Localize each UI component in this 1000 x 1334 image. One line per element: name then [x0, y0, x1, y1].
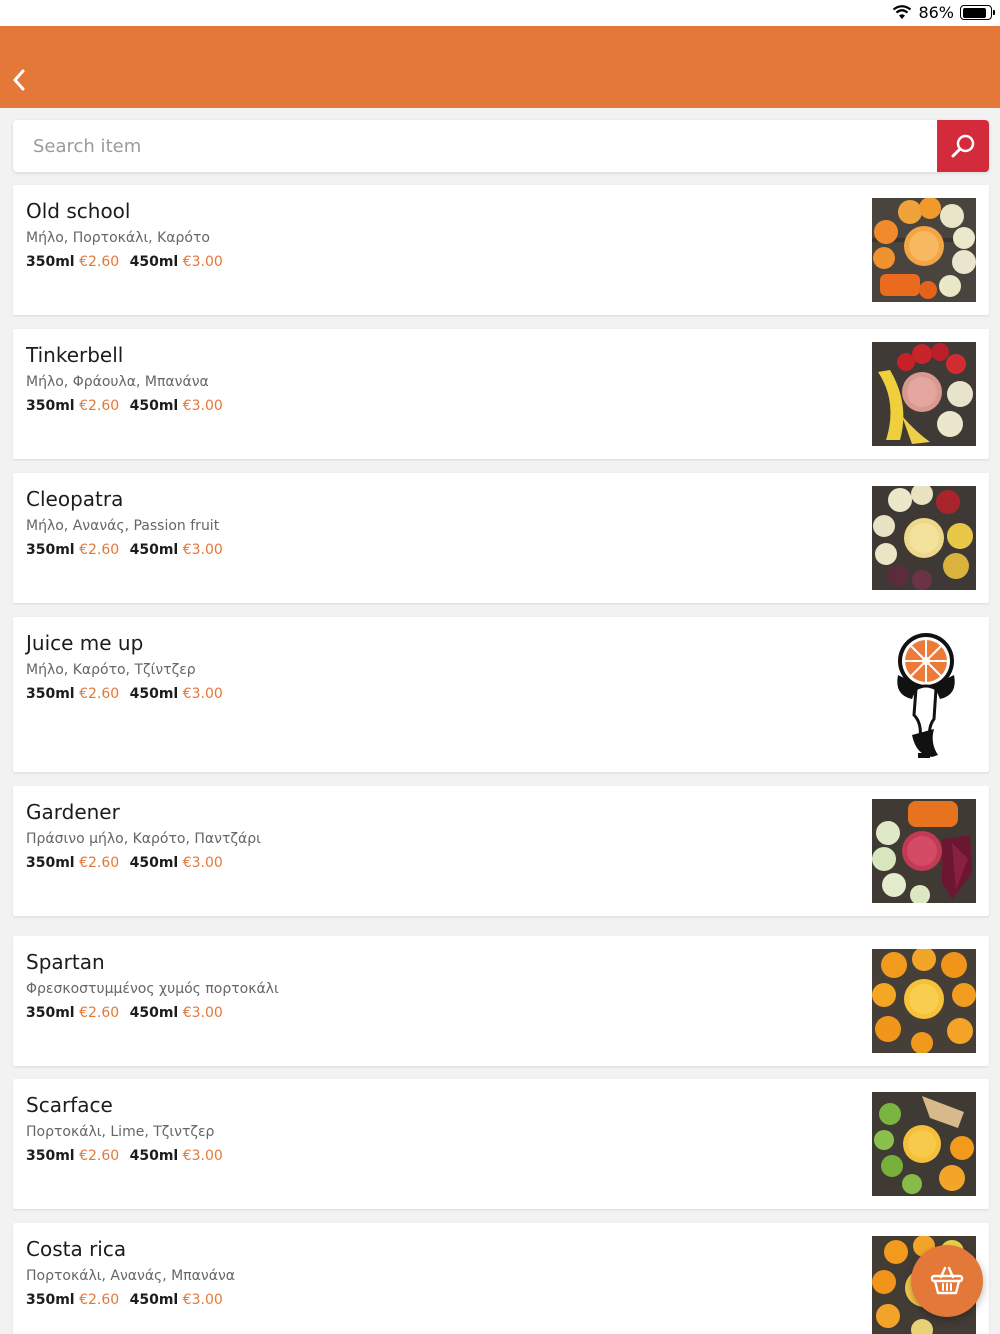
size-label: 450ml: [129, 686, 179, 702]
search-bar: [13, 120, 989, 172]
price-label: €3.00: [182, 1005, 223, 1021]
price-label: €2.60: [79, 855, 120, 871]
size-label: 350ml: [26, 542, 75, 558]
search-button[interactable]: [937, 120, 989, 172]
search-icon: [951, 134, 975, 158]
size-label: 350ml: [26, 686, 75, 702]
size-label: 350ml: [26, 1292, 75, 1308]
item-ingredients: Μήλο, Πορτοκάλι, Καρότο: [26, 230, 210, 246]
size-label: 350ml: [26, 398, 75, 414]
item-name: Scarface: [26, 1093, 113, 1117]
item-ingredients: Πορτοκάλι, Lime, Τζιντζερ: [26, 1124, 215, 1140]
price-label: €2.60: [79, 1005, 120, 1021]
item-name: Cleopatra: [26, 487, 124, 511]
item-ingredients: Πράσινο μήλο, Καρότο, Παντζάρι: [26, 831, 261, 847]
back-button[interactable]: [6, 64, 32, 96]
item-name: Tinkerbell: [26, 343, 124, 367]
basket-icon: [930, 1266, 964, 1295]
item-name: Juice me up: [26, 631, 144, 655]
battery-percent: 86%: [918, 3, 954, 22]
brand-logo-image: [872, 627, 976, 762]
list-item[interactable]: Tinkerbell Μήλο, Φράουλα, Μπανάνα 350ml …: [13, 329, 989, 459]
price-label: €2.60: [79, 1292, 120, 1308]
size-label: 450ml: [129, 1292, 179, 1308]
item-image: [872, 342, 976, 446]
price-label: €2.60: [79, 254, 120, 270]
list-item[interactable]: Scarface Πορτοκάλι, Lime, Τζιντζερ 350ml…: [13, 1079, 989, 1209]
price-label: €2.60: [79, 542, 120, 558]
item-name: Old school: [26, 199, 131, 223]
list-item[interactable]: Gardener Πράσινο μήλο, Καρότο, Παντζάρι …: [13, 786, 989, 916]
item-image: [872, 486, 976, 590]
price-label: €3.00: [182, 398, 223, 414]
price-label: €2.60: [79, 1148, 120, 1164]
search-input[interactable]: [13, 120, 937, 172]
size-label: 450ml: [129, 542, 179, 558]
app-bar: [0, 26, 1000, 108]
wifi-icon: [893, 5, 912, 19]
item-prices: 350ml €2.60 450ml €3.00: [26, 855, 229, 871]
price-label: €2.60: [79, 686, 120, 702]
list-item[interactable]: Cleopatra Μήλο, Ανανάς, Passion fruit 35…: [13, 473, 989, 603]
item-ingredients: Μήλο, Φράουλα, Μπανάνα: [26, 374, 209, 390]
item-ingredients: Μήλο, Καρότο, Τζίντζερ: [26, 662, 196, 678]
price-label: €3.00: [182, 1148, 223, 1164]
chevron-left-icon: [13, 69, 25, 91]
status-bar: 86%: [0, 0, 1000, 26]
item-ingredients: Φρεσκοστυμμένος χυμός πορτοκάλι: [26, 981, 279, 997]
price-label: €3.00: [182, 254, 223, 270]
item-prices: 350ml €2.60 450ml €3.00: [26, 1148, 229, 1164]
size-label: 450ml: [129, 1148, 179, 1164]
item-prices: 350ml €2.60 450ml €3.00: [26, 686, 229, 702]
basket-button[interactable]: [911, 1245, 983, 1317]
item-prices: 350ml €2.60 450ml €3.00: [26, 398, 229, 414]
price-label: €3.00: [182, 542, 223, 558]
item-prices: 350ml €2.60 450ml €3.00: [26, 1005, 229, 1021]
item-name: Costa rica: [26, 1237, 127, 1261]
item-name: Gardener: [26, 800, 120, 824]
list-item[interactable]: Spartan Φρεσκοστυμμένος χυμός πορτοκάλι …: [13, 936, 989, 1066]
size-label: 450ml: [129, 398, 179, 414]
item-name: Spartan: [26, 950, 105, 974]
size-label: 450ml: [129, 254, 179, 270]
list-item[interactable]: Costa rica Πορτοκάλι, Ανανάς, Μπανάνα 35…: [13, 1223, 989, 1334]
item-ingredients: Πορτοκάλι, Ανανάς, Μπανάνα: [26, 1268, 236, 1284]
price-label: €3.00: [182, 855, 223, 871]
item-image: [872, 1092, 976, 1196]
battery-icon: [960, 5, 995, 20]
item-prices: 350ml €2.60 450ml €3.00: [26, 542, 229, 558]
item-image: [872, 799, 976, 903]
size-label: 350ml: [26, 855, 75, 871]
price-label: €3.00: [182, 686, 223, 702]
size-label: 450ml: [129, 855, 179, 871]
item-prices: 350ml €2.60 450ml €3.00: [26, 1292, 229, 1308]
item-image: [872, 949, 976, 1053]
size-label: 450ml: [129, 1005, 179, 1021]
item-prices: 350ml €2.60 450ml €3.00: [26, 254, 229, 270]
price-label: €3.00: [182, 1292, 223, 1308]
list-item[interactable]: Old school Μήλο, Πορτοκάλι, Καρότο 350ml…: [13, 185, 989, 315]
list-item[interactable]: Juice me up Μήλο, Καρότο, Τζίντζερ 350ml…: [13, 617, 989, 772]
item-ingredients: Μήλο, Ανανάς, Passion fruit: [26, 518, 220, 534]
size-label: 350ml: [26, 1148, 75, 1164]
size-label: 350ml: [26, 1005, 75, 1021]
price-label: €2.60: [79, 398, 120, 414]
size-label: 350ml: [26, 254, 75, 270]
item-image: [872, 198, 976, 302]
